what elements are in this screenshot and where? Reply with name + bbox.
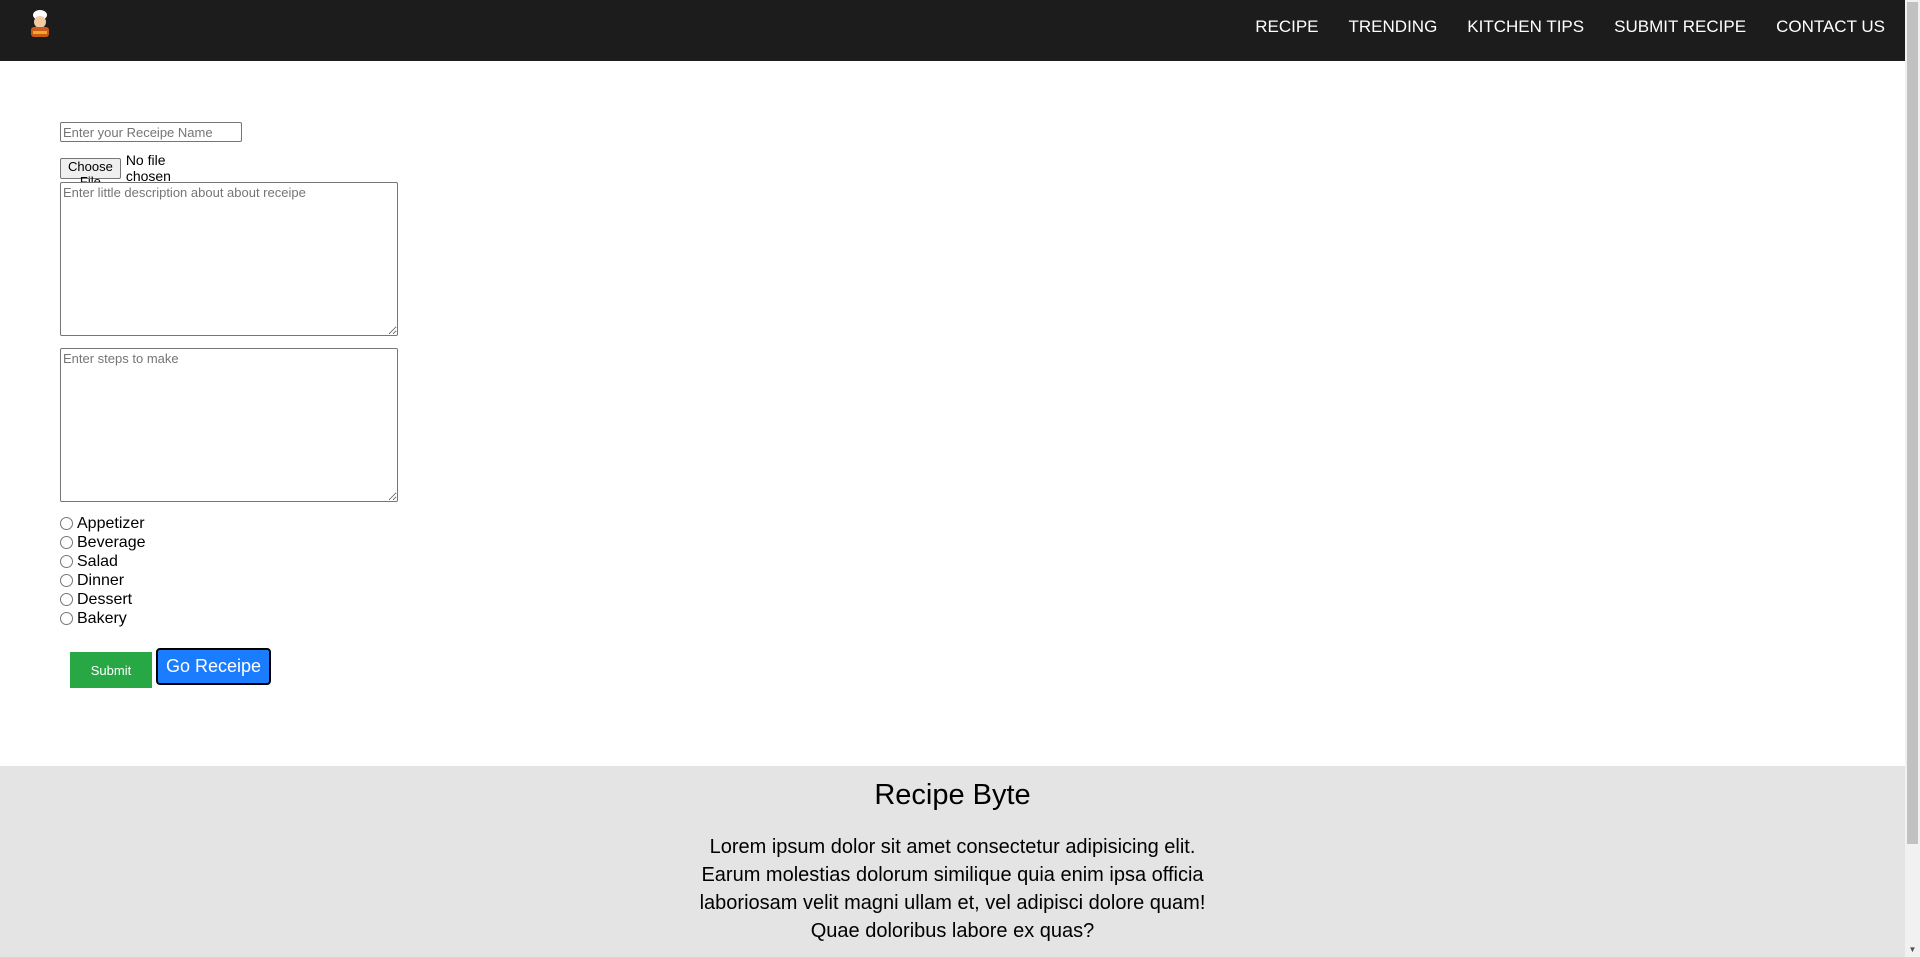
radio-appetizer[interactable] xyxy=(60,517,73,530)
radio-bakery[interactable] xyxy=(60,612,73,625)
radio-dessert[interactable] xyxy=(60,593,73,606)
nav-link-contact-us[interactable]: CONTACT US xyxy=(1776,17,1885,37)
footer: Recipe Byte Lorem ipsum dolor sit amet c… xyxy=(0,766,1905,957)
category-label: Appetizer xyxy=(77,514,145,532)
footer-text: Lorem ipsum dolor sit amet consectetur a… xyxy=(699,836,1206,942)
nav-link-submit-recipe[interactable]: SUBMIT RECIPE xyxy=(1614,17,1746,37)
category-dessert[interactable]: Dessert xyxy=(60,590,146,609)
go-receipe-button[interactable]: Go Receipe xyxy=(156,648,271,685)
category-label: Salad xyxy=(77,552,118,570)
scroll-down-arrow-icon[interactable]: ▼ xyxy=(1907,944,1918,955)
steps-textarea[interactable] xyxy=(60,348,398,502)
navbar: RECIPE TRENDING KITCHEN TIPS SUBMIT RECI… xyxy=(0,0,1905,61)
description-textarea[interactable] xyxy=(60,182,398,336)
page-scrollbar[interactable]: ▼ xyxy=(1905,0,1920,957)
category-bakery[interactable]: Bakery xyxy=(60,609,146,628)
nav-link-kitchen-tips[interactable]: KITCHEN TIPS xyxy=(1467,17,1584,37)
category-radio-group: Appetizer Beverage Salad Dinner Dessert … xyxy=(60,514,146,628)
scrollbar-thumb[interactable] xyxy=(1907,2,1918,844)
category-appetizer[interactable]: Appetizer xyxy=(60,514,146,533)
chef-logo-icon[interactable] xyxy=(28,9,52,39)
nav-links: RECIPE TRENDING KITCHEN TIPS SUBMIT RECI… xyxy=(1225,0,1885,54)
file-upload: Choose File No file chosen xyxy=(60,152,171,189)
nav-link-trending[interactable]: TRENDING xyxy=(1349,17,1438,37)
file-status: No file chosen xyxy=(125,152,171,184)
choose-file-button[interactable]: Choose File xyxy=(60,157,121,189)
submit-button[interactable]: Submit xyxy=(70,652,152,688)
radio-salad[interactable] xyxy=(60,555,73,568)
category-label: Bakery xyxy=(77,609,127,627)
category-dinner[interactable]: Dinner xyxy=(60,571,146,590)
radio-dinner[interactable] xyxy=(60,574,73,587)
category-label: Dinner xyxy=(77,571,125,589)
radio-beverage[interactable] xyxy=(60,536,73,549)
nav-link-recipe[interactable]: RECIPE xyxy=(1255,17,1318,37)
category-salad[interactable]: Salad xyxy=(60,552,146,571)
category-label: Dessert xyxy=(77,590,133,608)
footer-title: Recipe Byte xyxy=(874,779,1031,811)
category-beverage[interactable]: Beverage xyxy=(60,533,146,552)
recipe-name-input[interactable] xyxy=(60,122,242,142)
category-label: Beverage xyxy=(77,533,146,551)
